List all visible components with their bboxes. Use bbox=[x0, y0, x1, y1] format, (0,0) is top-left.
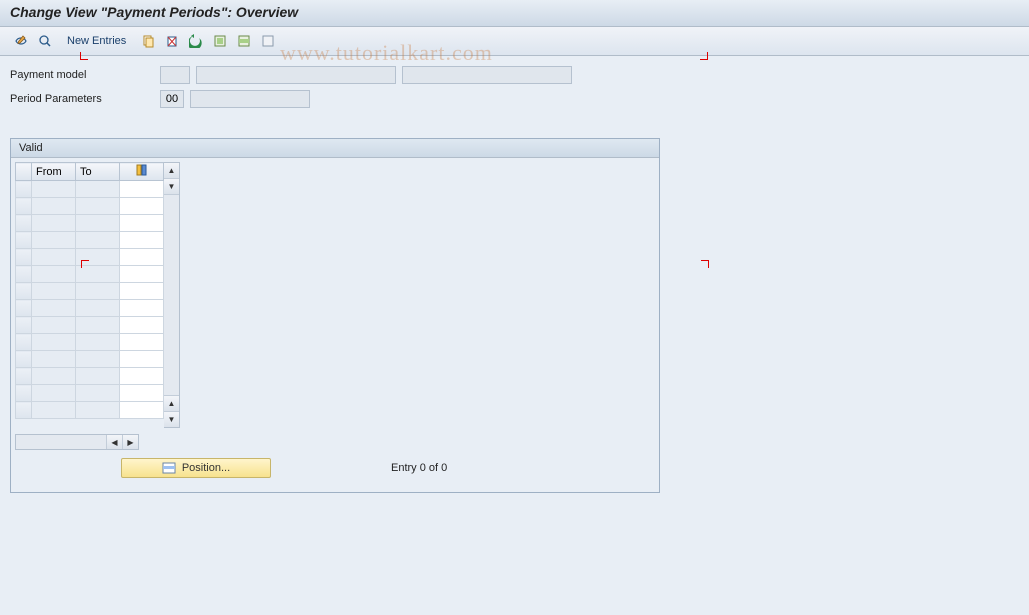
content-area: Payment model Period Parameters Valid Fr… bbox=[0, 56, 1029, 615]
table-row[interactable] bbox=[16, 300, 164, 317]
crop-mark bbox=[700, 52, 708, 60]
table-row[interactable] bbox=[16, 368, 164, 385]
table-row[interactable] bbox=[16, 198, 164, 215]
delete-icon[interactable] bbox=[161, 31, 183, 51]
scroll-up2-icon[interactable]: ▲ bbox=[164, 395, 179, 411]
table-row[interactable] bbox=[16, 317, 164, 334]
table-row[interactable] bbox=[16, 385, 164, 402]
position-button[interactable]: Position... bbox=[121, 458, 271, 478]
table-row[interactable] bbox=[16, 266, 164, 283]
scroll-thumb[interactable]: ▼ bbox=[164, 179, 179, 195]
page-title: Change View "Payment Periods": Overview bbox=[0, 0, 1029, 27]
table-row[interactable] bbox=[16, 181, 164, 198]
payment-model-code-input[interactable] bbox=[160, 66, 190, 84]
payment-model-label: Payment model bbox=[10, 69, 160, 81]
valid-panel-header: Valid bbox=[11, 139, 659, 158]
deselect-all-icon[interactable] bbox=[257, 31, 279, 51]
period-params-desc-input[interactable] bbox=[190, 90, 310, 108]
table-row[interactable] bbox=[16, 232, 164, 249]
toggle-display-change-icon[interactable] bbox=[10, 31, 32, 51]
col-to-header[interactable]: To bbox=[76, 163, 120, 181]
table-row[interactable] bbox=[16, 249, 164, 266]
period-params-code-input[interactable] bbox=[160, 90, 184, 108]
position-icon bbox=[162, 461, 176, 475]
scroll-up-icon[interactable]: ▲ bbox=[164, 163, 179, 179]
period-params-row: Period Parameters bbox=[10, 90, 1019, 108]
select-all-icon[interactable] bbox=[209, 31, 231, 51]
scroll-right-icon[interactable]: ▶ bbox=[122, 435, 138, 449]
crop-mark bbox=[81, 260, 89, 268]
payment-model-row: Payment model bbox=[10, 66, 1019, 84]
toolbar: New Entries bbox=[0, 27, 1029, 56]
crop-mark bbox=[80, 52, 88, 60]
row-selector-header[interactable] bbox=[16, 163, 32, 181]
table-row[interactable] bbox=[16, 402, 164, 419]
valid-table[interactable]: From To bbox=[15, 162, 164, 419]
table-row[interactable] bbox=[16, 334, 164, 351]
col-from-header[interactable]: From bbox=[32, 163, 76, 181]
select-block-icon[interactable] bbox=[233, 31, 255, 51]
details-icon[interactable] bbox=[34, 31, 56, 51]
copy-as-icon[interactable] bbox=[137, 31, 159, 51]
table-row[interactable] bbox=[16, 351, 164, 368]
table-row[interactable] bbox=[16, 283, 164, 300]
table-config-icon[interactable] bbox=[120, 163, 164, 181]
payment-model-extra-input[interactable] bbox=[402, 66, 572, 84]
table-row[interactable] bbox=[16, 215, 164, 232]
position-button-label: Position... bbox=[182, 462, 230, 474]
scroll-down-icon[interactable]: ▼ bbox=[164, 411, 179, 427]
vertical-scrollbar[interactable]: ▲ ▼ ▲ ▼ bbox=[164, 162, 180, 428]
entry-status: Entry 0 of 0 bbox=[391, 462, 447, 474]
scroll-left-icon[interactable]: ◀ bbox=[106, 435, 122, 449]
payment-model-desc-input[interactable] bbox=[196, 66, 396, 84]
new-entries-button[interactable]: New Entries bbox=[58, 32, 135, 50]
crop-mark bbox=[701, 260, 709, 268]
period-params-label: Period Parameters bbox=[10, 93, 160, 105]
horizontal-scrollbar[interactable]: ◀ ▶ bbox=[15, 434, 139, 450]
valid-panel: Valid From To bbox=[10, 138, 660, 493]
undo-change-icon[interactable] bbox=[185, 31, 207, 51]
